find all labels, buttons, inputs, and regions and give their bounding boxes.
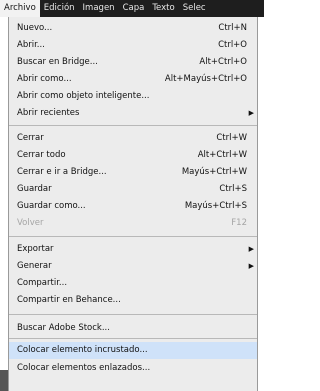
menu-item-colocar-elementos-enlazados[interactable]: Colocar elementos enlazados... — [9, 360, 257, 377]
submenu-arrow-icon: ▶ — [248, 262, 254, 270]
menu-item-label: Abrir... — [17, 40, 45, 50]
menu-item-nuevo[interactable]: Nuevo... Ctrl+N — [9, 20, 257, 37]
menu-edicion[interactable]: Edición — [40, 0, 79, 17]
menu-item-label: Colocar elemento incrustado... — [17, 345, 148, 355]
menu-item-shortcut: Ctrl+W — [216, 133, 247, 143]
submenu-arrow-icon: ▶ — [248, 109, 254, 117]
menu-item-label: Buscar Adobe Stock... — [17, 323, 110, 333]
menu-item-shortcut: Alt+Ctrl+W — [197, 150, 247, 160]
menu-item-label: Generar — [17, 261, 52, 271]
menu-item-guardar[interactable]: Guardar Ctrl+S — [9, 181, 257, 198]
menu-item-guardar-como[interactable]: Guardar como... Mayús+Ctrl+S — [9, 198, 257, 215]
menu-capa[interactable]: Capa — [119, 0, 149, 17]
menu-item-label: Abrir como objeto inteligente... — [17, 91, 150, 101]
menu-item-shortcut: F12 — [231, 218, 247, 228]
menu-item-label: Colocar elementos enlazados... — [17, 363, 151, 373]
menu-item-label: Volver — [17, 218, 44, 228]
menu-item-abrir-como-objeto-inteligente[interactable]: Abrir como objeto inteligente... — [9, 88, 257, 105]
menu-item-label: Cerrar — [17, 133, 44, 143]
menu-item-shortcut: Mayús+Ctrl+S — [184, 201, 247, 211]
menu-item-cerrar[interactable]: Cerrar Ctrl+W — [9, 130, 257, 147]
menu-item-label: Cerrar todo — [17, 150, 66, 160]
menu-bar: Archivo Edición Imagen Capa Texto Selec — [0, 0, 264, 17]
menu-item-shortcut: Ctrl+N — [218, 23, 247, 33]
menu-imagen[interactable]: Imagen — [79, 0, 119, 17]
menu-item-label: Abrir como... — [17, 74, 72, 84]
menu-item-label: Guardar como... — [17, 201, 86, 211]
menu-item-compartir-en-behance[interactable]: Compartir en Behance... — [9, 292, 257, 309]
menu-archivo[interactable]: Archivo — [0, 0, 40, 17]
menu-item-label: Compartir en Behance... — [17, 295, 121, 305]
menu-item-buscar-en-bridge[interactable]: Buscar en Bridge... Alt+Ctrl+O — [9, 54, 257, 71]
menu-item-label: Compartir... — [17, 278, 68, 288]
menu-separator — [9, 338, 257, 339]
menu-separator — [9, 236, 257, 237]
archivo-dropdown-menu: Nuevo... Ctrl+N Abrir... Ctrl+O Buscar e… — [8, 17, 258, 391]
menu-texto[interactable]: Texto — [148, 0, 178, 17]
menu-item-label: Exportar — [17, 244, 54, 254]
menu-item-colocar-elemento-incrustado[interactable]: Colocar elemento incrustado... — [9, 342, 257, 359]
menu-item-label: Cerrar e ir a Bridge... — [17, 167, 107, 177]
background-panel — [0, 370, 8, 391]
menu-item-label: Guardar — [17, 184, 52, 194]
menu-item-buscar-adobe-stock[interactable]: Buscar Adobe Stock... — [9, 320, 257, 337]
menu-seleccion[interactable]: Selec — [179, 0, 210, 17]
menu-item-cerrar-e-ir-a-bridge[interactable]: Cerrar e ir a Bridge... Mayús+Ctrl+W — [9, 164, 257, 181]
menu-item-exportar[interactable]: Exportar ▶ — [9, 241, 257, 258]
menu-item-abrir-recientes[interactable]: Abrir recientes ▶ — [9, 105, 257, 122]
menu-item-shortcut: Ctrl+S — [219, 184, 247, 194]
menu-item-compartir[interactable]: Compartir... — [9, 275, 257, 292]
menu-item-generar[interactable]: Generar ▶ — [9, 258, 257, 275]
menu-separator — [9, 125, 257, 126]
menu-item-abrir[interactable]: Abrir... Ctrl+O — [9, 37, 257, 54]
menu-item-volver: Volver F12 — [9, 215, 257, 232]
submenu-arrow-icon: ▶ — [248, 245, 254, 253]
menu-separator — [9, 314, 257, 315]
menu-item-abrir-como[interactable]: Abrir como... Alt+Mayús+Ctrl+O — [9, 71, 257, 88]
menu-item-label: Abrir recientes — [17, 108, 80, 118]
menu-item-shortcut: Alt+Ctrl+O — [199, 57, 247, 67]
menu-item-shortcut: Mayús+Ctrl+W — [181, 167, 247, 177]
menu-item-cerrar-todo[interactable]: Cerrar todo Alt+Ctrl+W — [9, 147, 257, 164]
menu-item-shortcut: Ctrl+O — [218, 40, 247, 50]
menu-item-label: Nuevo... — [17, 23, 53, 33]
menu-item-label: Buscar en Bridge... — [17, 57, 98, 67]
menu-item-shortcut: Alt+Mayús+Ctrl+O — [164, 74, 247, 84]
